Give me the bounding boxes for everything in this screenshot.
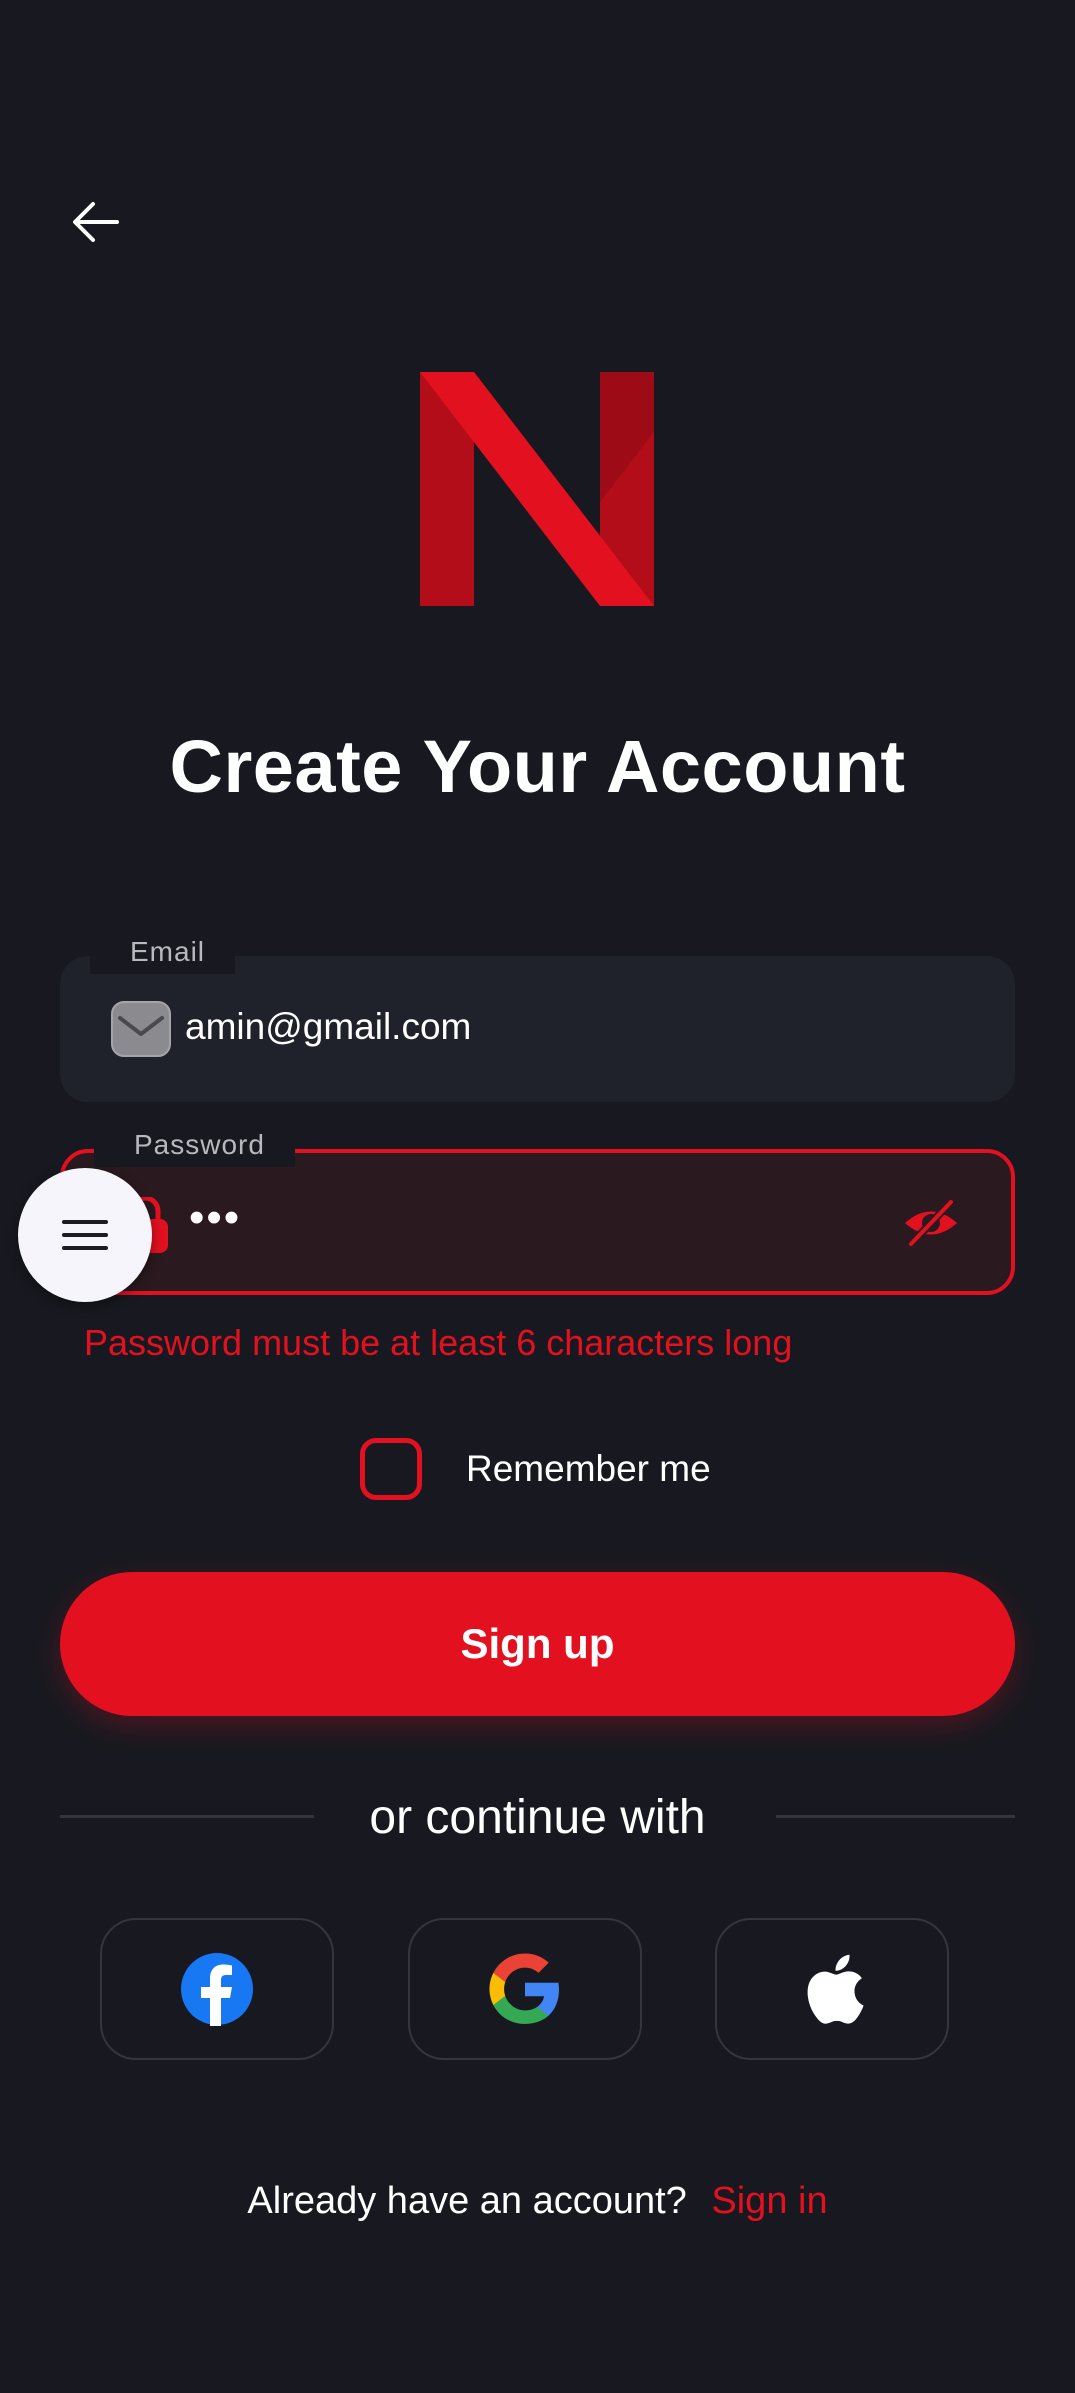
email-input[interactable]: [185, 1006, 885, 1048]
signin-prompt: Already have an account?: [247, 2180, 687, 2222]
facebook-login-button[interactable]: [100, 1918, 334, 2060]
email-label: Email: [90, 936, 236, 974]
app-logo: [420, 372, 654, 606]
email-field[interactable]: Email: [60, 936, 1015, 1102]
apple-icon: [807, 1954, 864, 2024]
apple-login-button[interactable]: [715, 1918, 949, 2060]
toggle-password-visibility[interactable]: [901, 1196, 961, 1250]
mail-icon: [111, 1001, 171, 1057]
google-icon: [489, 1953, 559, 2024]
remember-me-checkbox[interactable]: [360, 1438, 422, 1500]
page-title: Create Your Account: [169, 725, 906, 808]
password-label: Password: [94, 1129, 295, 1167]
facebook-icon: [181, 1953, 253, 2026]
signin-link[interactable]: Sign in: [711, 2180, 827, 2222]
menu-icon: [62, 1220, 108, 1250]
arrow-left-icon: [73, 202, 119, 242]
signup-button[interactable]: Sign up: [60, 1572, 1015, 1716]
divider-right: [776, 1815, 1015, 1818]
remember-me-row[interactable]: Remember me: [360, 1438, 711, 1500]
signin-row: Already have an account? Sign in: [0, 2180, 1075, 2223]
remember-me-label: Remember me: [466, 1448, 711, 1489]
password-field[interactable]: Password •••: [60, 1129, 1015, 1295]
floating-menu-button[interactable]: [18, 1168, 152, 1302]
eye-off-icon: [905, 1199, 957, 1247]
password-error: Password must be at least 6 characters l…: [84, 1322, 793, 1363]
back-button[interactable]: [60, 190, 132, 254]
google-login-button[interactable]: [408, 1918, 642, 2060]
password-input[interactable]: •••: [189, 1193, 889, 1243]
